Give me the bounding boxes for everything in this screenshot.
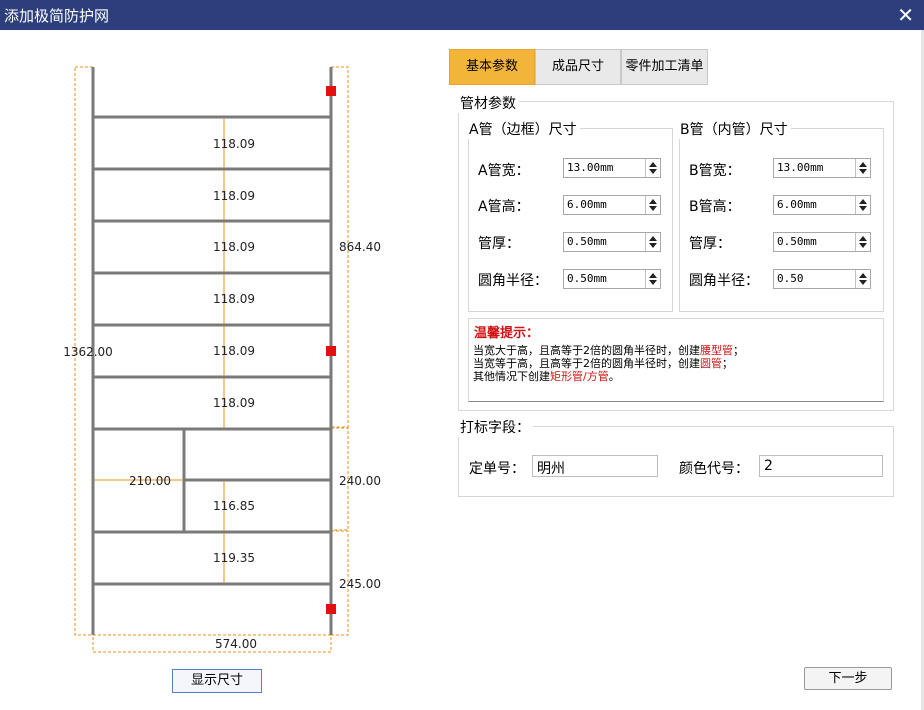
a-width-label: A管宽： <box>478 163 530 179</box>
gap-label-3: 118.09 <box>213 240 255 254</box>
a-height-spinner[interactable]: 6.00mm <box>563 195 661 215</box>
inner-width-label: 210.00 <box>129 474 171 488</box>
notice-line-1-end: ； <box>733 344 744 357</box>
notice-line-2-end: ； <box>722 357 733 370</box>
frame <box>91 67 333 635</box>
a-pipe-title: A管（边框）尺寸 <box>466 119 580 139</box>
gap-label-7: 116.85 <box>213 499 255 513</box>
color-code-value: 2 <box>764 458 773 474</box>
spin-arrows-icon[interactable] <box>645 270 660 288</box>
gap-label-5: 118.09 <box>213 344 255 358</box>
dimension-frames <box>74 66 349 653</box>
b-thickness-value: 0.50mm <box>777 235 817 248</box>
marker-top <box>326 86 336 96</box>
show-dimensions-button[interactable]: 显示尺寸 <box>172 669 262 693</box>
spin-arrows-icon[interactable] <box>645 196 660 214</box>
b-pipe-title: B管（内管）尺寸 <box>677 119 791 139</box>
spin-arrows-icon[interactable] <box>855 233 870 251</box>
marking-title: 打标字段： <box>457 417 533 437</box>
gap-label-1: 118.09 <box>213 137 255 151</box>
net-drawing: 118.09 118.09 118.09 118.09 118.09 118.0… <box>63 66 381 653</box>
tab-basic-params[interactable]: 基本参数 <box>449 49 535 85</box>
b-width-value: 13.00mm <box>777 161 824 174</box>
b-width-spinner[interactable]: 13.00mm <box>773 158 871 178</box>
b-width-label: B管宽： <box>689 163 741 179</box>
next-button[interactable]: 下一步 <box>804 667 892 690</box>
a-thickness-label: 管厚： <box>478 236 520 252</box>
color-code-label: 颜色代号： <box>679 461 749 477</box>
a-thickness-spinner[interactable]: 0.50mm <box>563 232 661 252</box>
a-height-value: 6.00mm <box>567 198 607 211</box>
color-code-input[interactable]: 2 <box>759 455 883 477</box>
b-height-label: B管高： <box>689 199 741 215</box>
title-bar: 添加极简防护网 ✕ <box>0 0 924 30</box>
notice-line-3-text: 其他情况下创建 <box>473 370 550 383</box>
b-radius-value: 0.50 <box>777 272 804 285</box>
marker-middle <box>326 346 336 356</box>
close-icon[interactable]: ✕ <box>897 3 914 27</box>
spin-arrows-icon[interactable] <box>855 159 870 177</box>
notice-heading: 温馨提示： <box>474 326 540 341</box>
gap-label-8: 119.35 <box>213 551 255 565</box>
b-height-value: 6.00mm <box>777 198 817 211</box>
b-thickness-spinner[interactable]: 0.50mm <box>773 232 871 252</box>
gap-label-2: 118.09 <box>213 189 255 203</box>
gap-label-4: 118.09 <box>213 292 255 306</box>
spin-arrows-icon[interactable] <box>645 233 660 251</box>
marker-bottom <box>326 604 336 614</box>
a-width-spinner[interactable]: 13.00mm <box>563 158 661 178</box>
order-number-value: 明州 <box>537 461 565 477</box>
b-thickness-label: 管厚： <box>689 236 731 252</box>
pipe-params-title: 管材参数 <box>457 93 519 113</box>
window-title: 添加极简防护网 <box>4 7 110 25</box>
right-upper-label: 864.40 <box>339 240 381 254</box>
b-radius-label: 圆角半径： <box>689 273 759 289</box>
notice-line-2-highlight: 圆管 <box>700 357 722 370</box>
notice-line-3-end: 。 <box>608 370 620 383</box>
b-radius-spinner[interactable]: 0.50 <box>773 269 871 289</box>
a-height-label: A管高： <box>478 199 530 215</box>
spin-arrows-icon[interactable] <box>855 196 870 214</box>
gap-arrows <box>94 118 225 583</box>
order-label: 定单号： <box>469 461 525 477</box>
gap-label-6: 118.09 <box>213 396 255 410</box>
tab-parts-list[interactable]: 零件加工清单 <box>621 49 708 85</box>
notice-box: 温馨提示： 当宽大于高，且高等于2倍的圆角半径时，创建腰型管； 当宽等于高，且高… <box>468 318 884 402</box>
b-height-spinner[interactable]: 6.00mm <box>773 195 871 215</box>
tab-product-size[interactable]: 成品尺寸 <box>535 49 621 85</box>
a-thickness-value: 0.50mm <box>567 235 607 248</box>
a-radius-spinner[interactable]: 0.50mm <box>563 269 661 289</box>
spin-arrows-icon[interactable] <box>645 159 660 177</box>
right-lower-label: 245.00 <box>339 577 381 591</box>
a-radius-label: 圆角半径： <box>478 273 548 289</box>
spin-arrows-icon[interactable] <box>855 270 870 288</box>
notice-line-3: 其他情况下创建矩形管/方管。 <box>473 368 620 384</box>
a-width-value: 13.00mm <box>567 161 614 174</box>
bottom-dim-frame <box>92 634 332 653</box>
right-middle-label: 240.00 <box>339 474 381 488</box>
total-height-label: 1362.00 <box>63 345 113 359</box>
bottom-width-label: 574.00 <box>215 637 257 651</box>
order-number-input[interactable]: 明州 <box>532 455 658 477</box>
notice-line-3-highlight: 矩形管/方管 <box>550 370 609 383</box>
a-radius-value: 0.50mm <box>567 272 607 285</box>
